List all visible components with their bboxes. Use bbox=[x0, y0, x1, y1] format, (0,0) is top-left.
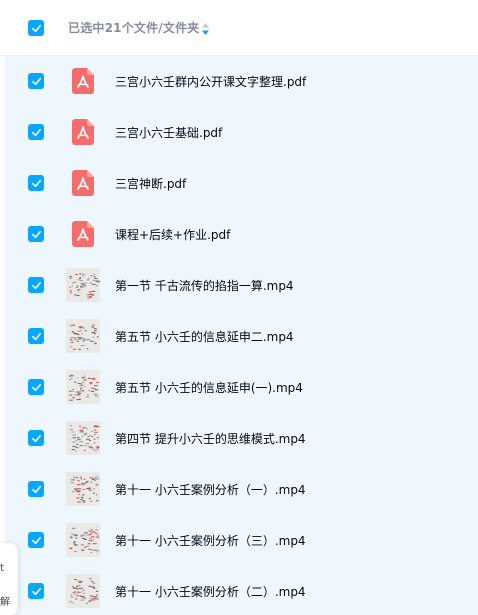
sort-updown-icon[interactable] bbox=[201, 22, 210, 36]
side-feedback-tab[interactable]: t 解 bbox=[0, 543, 18, 615]
side-tab-char: 解 bbox=[0, 597, 10, 608]
file-name[interactable]: 三宫神断.pdf bbox=[115, 175, 186, 192]
check-icon bbox=[31, 281, 41, 289]
video-thumbnail-icon bbox=[66, 370, 100, 404]
file-name[interactable]: 第十一 小六壬案例分析（三）.mp4 bbox=[115, 532, 306, 549]
check-icon bbox=[31, 536, 41, 544]
check-icon bbox=[31, 230, 41, 238]
file-row[interactable]: 第四节 提升小六壬的思维模式.mp4 bbox=[5, 413, 478, 464]
pdf-icon bbox=[72, 119, 94, 145]
file-checkbox[interactable] bbox=[28, 328, 44, 344]
file-row[interactable]: 第十一 小六壬案例分析（二）.mp4 bbox=[5, 566, 478, 615]
check-icon bbox=[31, 77, 41, 85]
file-row[interactable]: 三宫小六壬群内公开课文字整理.pdf bbox=[5, 56, 478, 107]
check-icon bbox=[31, 332, 41, 340]
list-header: 已选中21个文件/文件夹 bbox=[0, 0, 478, 56]
file-list: 三宫小六壬群内公开课文字整理.pdf 三宫小六壬基础.pdf 三宫神断.pdf 课程+… bbox=[5, 56, 478, 615]
file-row[interactable]: 三宫小六壬基础.pdf bbox=[5, 107, 478, 158]
check-icon bbox=[31, 24, 41, 32]
pdf-icon bbox=[72, 68, 94, 94]
video-thumbnail-icon bbox=[66, 319, 100, 353]
file-row[interactable]: 第十一 小六壬案例分析（三）.mp4 bbox=[5, 515, 478, 566]
file-name[interactable]: 第五节 小六壬的信息延申(一).mp4 bbox=[115, 379, 303, 396]
file-row[interactable]: 第五节 小六壬的信息延申(一).mp4 bbox=[5, 362, 478, 413]
file-name[interactable]: 第五节 小六壬的信息延申二.mp4 bbox=[115, 328, 294, 345]
file-name[interactable]: 三宫小六壬群内公开课文字整理.pdf bbox=[115, 73, 306, 90]
file-row[interactable]: 第一节 千古流传的掐指一算.mp4 bbox=[5, 260, 478, 311]
check-icon bbox=[31, 587, 41, 595]
file-row[interactable]: 三宫神断.pdf bbox=[5, 158, 478, 209]
check-icon bbox=[31, 434, 41, 442]
video-thumbnail-icon bbox=[66, 268, 100, 302]
file-checkbox[interactable] bbox=[28, 226, 44, 242]
file-checkbox[interactable] bbox=[28, 124, 44, 140]
file-row[interactable]: 第十一 小六壬案例分析（一）.mp4 bbox=[5, 464, 478, 515]
file-name[interactable]: 第十一 小六壬案例分析（一）.mp4 bbox=[115, 481, 306, 498]
select-all-checkbox[interactable] bbox=[28, 20, 44, 36]
file-row[interactable]: 课程+后续+作业.pdf bbox=[5, 209, 478, 260]
file-checkbox[interactable] bbox=[28, 583, 44, 599]
video-thumbnail-icon bbox=[66, 523, 100, 557]
file-checkbox[interactable] bbox=[28, 532, 44, 548]
check-icon bbox=[31, 179, 41, 187]
file-checkbox[interactable] bbox=[28, 481, 44, 497]
video-thumbnail-icon bbox=[66, 472, 100, 506]
file-checkbox[interactable] bbox=[28, 277, 44, 293]
selection-count-label: 已选中21个文件/文件夹 bbox=[68, 21, 200, 35]
file-name[interactable]: 三宫小六壬基础.pdf bbox=[115, 124, 222, 141]
side-tab-char: t bbox=[0, 563, 4, 574]
file-name[interactable]: 课程+后续+作业.pdf bbox=[115, 226, 230, 243]
file-checkbox[interactable] bbox=[28, 430, 44, 446]
pdf-icon bbox=[72, 170, 94, 196]
file-name[interactable]: 第四节 提升小六壬的思维模式.mp4 bbox=[115, 430, 306, 447]
file-checkbox[interactable] bbox=[28, 175, 44, 191]
file-checkbox[interactable] bbox=[28, 379, 44, 395]
file-name[interactable]: 第一节 千古流传的掐指一算.mp4 bbox=[115, 277, 294, 294]
video-thumbnail-icon bbox=[66, 421, 100, 455]
check-icon bbox=[31, 383, 41, 391]
video-thumbnail-icon bbox=[66, 574, 100, 608]
pdf-icon bbox=[72, 221, 94, 247]
check-icon bbox=[31, 128, 41, 136]
file-checkbox[interactable] bbox=[28, 73, 44, 89]
file-row[interactable]: 第五节 小六壬的信息延申二.mp4 bbox=[5, 311, 478, 362]
file-name[interactable]: 第十一 小六壬案例分析（二）.mp4 bbox=[115, 583, 306, 600]
check-icon bbox=[31, 485, 41, 493]
